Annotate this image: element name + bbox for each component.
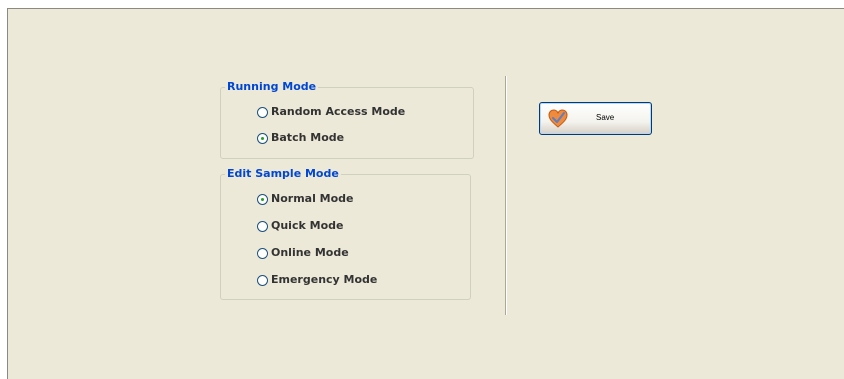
radio-label: Random Access Mode <box>271 105 406 118</box>
radio-online-mode[interactable]: Online Mode <box>257 245 349 261</box>
save-button-label: Save <box>596 113 615 122</box>
edit-sample-mode-title: Edit Sample Mode <box>225 167 341 181</box>
edit-sample-mode-group: Edit Sample Mode Normal Mode Quick Mode … <box>220 167 471 300</box>
radio-button-icon[interactable] <box>257 132 268 144</box>
save-button[interactable]: Save <box>539 102 652 135</box>
running-mode-group: Running Mode Random Access Mode Batch Mo… <box>220 80 474 159</box>
radio-label: Emergency Mode <box>271 273 378 286</box>
radio-button-icon[interactable] <box>257 247 268 259</box>
radio-button-icon[interactable] <box>257 106 268 118</box>
radio-button-icon[interactable] <box>257 220 268 232</box>
radio-label: Normal Mode <box>271 192 354 205</box>
settings-panel: Running Mode Random Access Mode Batch Mo… <box>7 8 844 379</box>
heart-check-icon <box>548 109 568 128</box>
radio-button-icon[interactable] <box>257 193 268 205</box>
radio-label: Online Mode <box>271 246 349 259</box>
running-mode-title: Running Mode <box>225 80 319 94</box>
radio-quick-mode[interactable]: Quick Mode <box>257 218 343 234</box>
radio-button-icon[interactable] <box>257 274 268 286</box>
radio-emergency-mode[interactable]: Emergency Mode <box>257 272 377 288</box>
radio-random-access-mode[interactable]: Random Access Mode <box>257 104 405 120</box>
radio-label: Quick Mode <box>271 219 344 232</box>
radio-normal-mode[interactable]: Normal Mode <box>257 191 354 207</box>
radio-label: Batch Mode <box>271 131 345 144</box>
vertical-separator <box>505 76 507 315</box>
radio-batch-mode[interactable]: Batch Mode <box>257 130 344 146</box>
